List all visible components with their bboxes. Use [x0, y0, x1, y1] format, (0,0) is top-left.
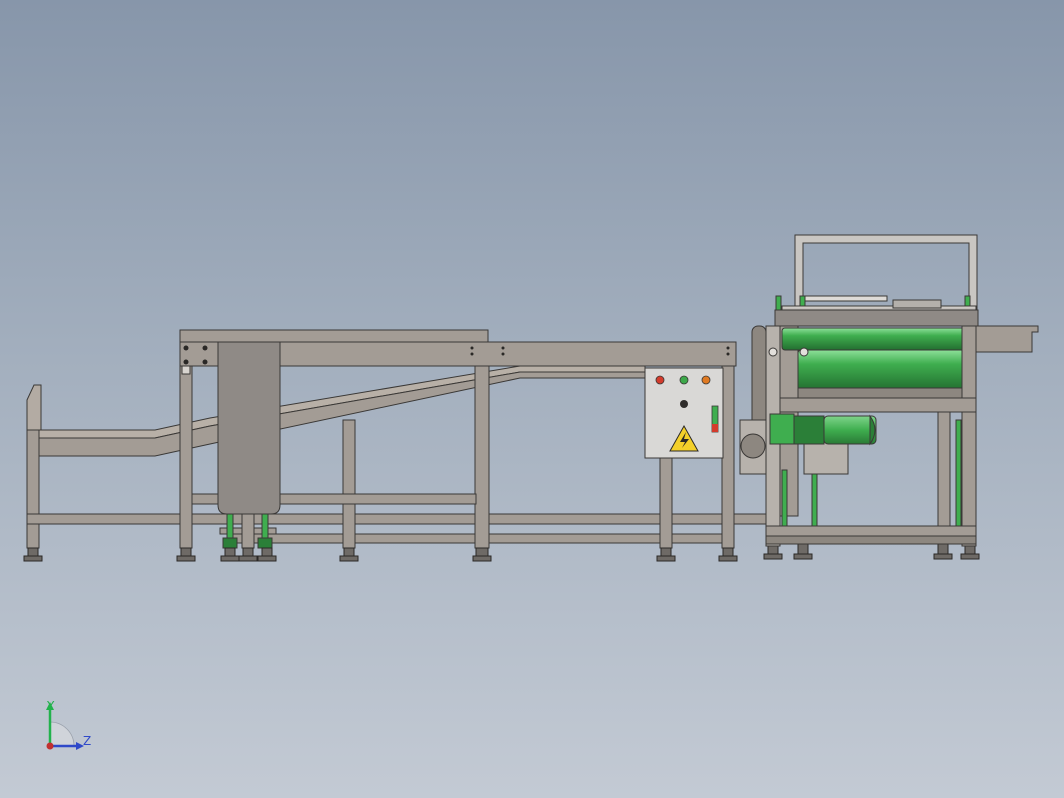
- top-plate: [179, 329, 489, 343]
- frame-post-5: [721, 365, 735, 549]
- frame-post-2: [342, 419, 356, 549]
- right-post: [961, 325, 977, 547]
- infeed-end-guard: [26, 384, 42, 431]
- orange-button-icon: [701, 375, 711, 385]
- infeed-lower-rail: [26, 513, 768, 525]
- frame-post-4: [659, 457, 673, 549]
- sprocket-icon: [740, 433, 766, 459]
- outfeed-chute: [975, 325, 1039, 353]
- infeed-left-post: [26, 429, 40, 549]
- base-rail-lower: [765, 535, 977, 545]
- mid-crossbar: [779, 397, 977, 413]
- triad-origin: [46, 742, 54, 750]
- bearing-icon: [768, 347, 778, 357]
- inclined-belt-body: [26, 371, 646, 457]
- frame-post-1: [179, 365, 193, 549]
- motor-coupling: [793, 415, 825, 445]
- bearing-icon: [799, 347, 809, 357]
- feed-table: [774, 309, 979, 327]
- lower-roller: [797, 349, 965, 391]
- roller-tray: [797, 387, 967, 399]
- processing-machine: [739, 234, 1039, 547]
- top-rod: [804, 295, 888, 302]
- leveling-feet: [23, 543, 980, 562]
- conveyor-machine-model: [23, 234, 1039, 562]
- motor-flange: [769, 413, 795, 445]
- frame-post-3: [474, 365, 490, 549]
- hopper-stand: [241, 513, 255, 549]
- base-rail: [765, 525, 977, 537]
- green-button-icon: [679, 375, 689, 385]
- drive-motor: [823, 415, 877, 445]
- selector-switch-icon: [680, 400, 688, 408]
- triad-z-label: Z: [83, 734, 92, 748]
- main-roller: [781, 327, 967, 351]
- cad-viewport[interactable]: Y Z: [0, 0, 1064, 798]
- triad-quarter-disc: [49, 721, 75, 747]
- red-button-icon: [655, 375, 665, 385]
- right-post-inner: [937, 397, 951, 527]
- top-cover: [892, 299, 942, 309]
- control-box: [644, 367, 724, 459]
- sensor-bracket: [181, 365, 191, 375]
- triad-y-label: Y: [47, 699, 55, 713]
